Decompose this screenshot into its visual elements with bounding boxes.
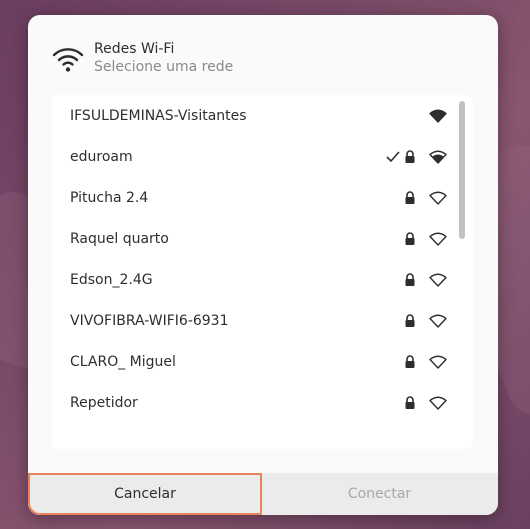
lock-icon bbox=[405, 149, 415, 163]
cancel-button[interactable]: Cancelar bbox=[28, 473, 262, 515]
network-name: Repetidor bbox=[70, 394, 138, 411]
wifi-signal-icon bbox=[429, 232, 447, 246]
network-name: Raquel quarto bbox=[70, 230, 169, 247]
scrollbar[interactable] bbox=[459, 101, 465, 239]
wifi-dialog: Redes Wi-Fi Selecione uma rede IFSULDEMI… bbox=[28, 15, 498, 515]
lock-icon bbox=[405, 354, 415, 368]
wifi-icon bbox=[52, 48, 84, 72]
wifi-signal-icon bbox=[429, 109, 447, 123]
network-name: Edson_2.4G bbox=[70, 271, 153, 288]
dialog-subtitle: Selecione uma rede bbox=[94, 59, 234, 75]
network-name: VIVOFIBRA-WIFI6-6931 bbox=[70, 312, 229, 329]
network-row[interactable]: Pitucha 2.4 bbox=[52, 177, 452, 218]
lock-icon bbox=[405, 395, 415, 409]
wifi-signal-icon bbox=[429, 396, 447, 410]
network-name: eduroam bbox=[70, 148, 133, 165]
connect-button[interactable]: Conectar bbox=[262, 473, 497, 515]
network-name: Pitucha 2.4 bbox=[70, 189, 149, 206]
lock-icon bbox=[405, 313, 415, 327]
network-row[interactable]: IFSULDEMINAS-Visitantes bbox=[52, 95, 452, 136]
dialog-header: Redes Wi-Fi Selecione uma rede bbox=[52, 41, 233, 77]
network-row[interactable]: VIVOFIBRA-WIFI6-6931 bbox=[52, 300, 452, 341]
network-name: IFSULDEMINAS-Visitantes bbox=[70, 107, 247, 124]
network-row[interactable]: CLARO_ Miguel bbox=[52, 341, 452, 382]
lock-icon bbox=[405, 190, 415, 204]
dialog-title: Redes Wi-Fi bbox=[94, 41, 175, 57]
lock-icon bbox=[405, 272, 415, 286]
network-list[interactable]: IFSULDEMINAS-Visitantes eduroam Pitucha 2.… bbox=[52, 95, 473, 449]
network-row[interactable]: eduroam bbox=[52, 136, 452, 177]
wifi-signal-icon bbox=[429, 314, 447, 328]
network-name: CLARO_ Miguel bbox=[70, 353, 176, 370]
wifi-signal-icon bbox=[429, 355, 447, 369]
wifi-signal-icon bbox=[429, 191, 447, 205]
dialog-footer: Cancelar Conectar bbox=[28, 473, 498, 515]
lock-icon bbox=[405, 231, 415, 245]
wifi-signal-icon bbox=[429, 150, 447, 164]
network-row[interactable]: Raquel quarto bbox=[52, 218, 452, 259]
checkmark-icon bbox=[386, 150, 400, 162]
wifi-signal-icon bbox=[429, 273, 447, 287]
network-row[interactable]: Edson_2.4G bbox=[52, 259, 452, 300]
network-row[interactable]: Repetidor bbox=[52, 382, 452, 423]
